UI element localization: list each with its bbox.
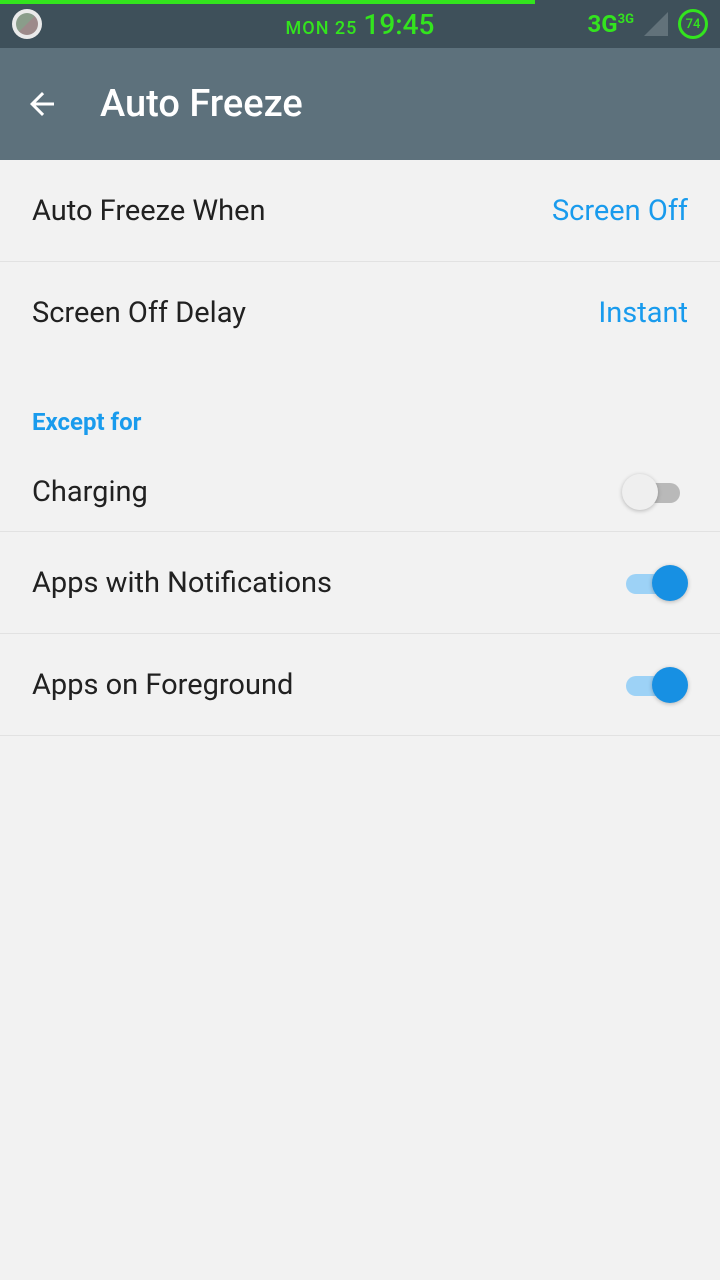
row-label: Apps on Foreground xyxy=(32,668,293,702)
row-label: Apps with Notifications xyxy=(32,566,332,600)
network-indicator: 3G xyxy=(588,10,618,38)
row-apps-notifications[interactable]: Apps with Notifications xyxy=(0,532,720,634)
toggle-charging[interactable] xyxy=(622,472,688,512)
status-clock: MON 25 19:45 xyxy=(286,8,435,41)
row-label: Screen Off Delay xyxy=(32,296,246,330)
row-apps-foreground[interactable]: Apps on Foreground xyxy=(0,634,720,736)
status-bar: MON 25 19:45 3G 3G 74 xyxy=(0,0,720,48)
toggle-apps-notifications[interactable] xyxy=(622,563,688,603)
app-bar: Auto Freeze xyxy=(0,48,720,160)
back-button[interactable] xyxy=(24,86,60,122)
app-notification-icon xyxy=(12,9,42,39)
settings-list: Auto Freeze When Screen Off Screen Off D… xyxy=(0,160,720,736)
row-value: Screen Off xyxy=(552,194,688,228)
status-progress-bar xyxy=(0,0,535,4)
row-charging[interactable]: Charging xyxy=(0,442,720,532)
section-header-except-for: Except for xyxy=(0,364,720,442)
toggle-thumb xyxy=(622,474,658,510)
battery-indicator: 74 xyxy=(678,9,708,39)
toggle-thumb xyxy=(652,667,688,703)
page-title: Auto Freeze xyxy=(100,82,303,126)
status-right: 3G 3G 74 xyxy=(588,9,708,39)
row-label: Auto Freeze When xyxy=(32,194,266,228)
toggle-apps-foreground[interactable] xyxy=(622,665,688,705)
row-value: Instant xyxy=(598,296,688,330)
signal-icon xyxy=(644,12,668,36)
arrow-back-icon xyxy=(24,86,60,122)
toggle-thumb xyxy=(652,565,688,601)
row-screen-off-delay[interactable]: Screen Off Delay Instant xyxy=(0,262,720,364)
network-indicator-sup: 3G xyxy=(618,12,634,27)
status-time: 19:45 xyxy=(363,8,434,41)
battery-value: 74 xyxy=(686,17,701,32)
row-label: Charging xyxy=(32,475,148,509)
row-auto-freeze-when[interactable]: Auto Freeze When Screen Off xyxy=(0,160,720,262)
status-date: MON 25 xyxy=(286,18,358,39)
status-left xyxy=(12,9,42,39)
